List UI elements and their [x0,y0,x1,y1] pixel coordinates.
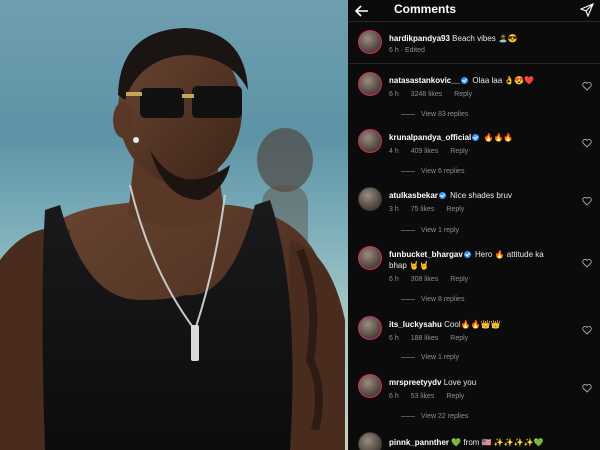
avatar[interactable] [358,187,382,211]
verified-icon [461,77,469,84]
caption-username[interactable]: hardikpandya93 [389,34,450,43]
verified-icon [438,192,446,199]
paper-plane-icon[interactable] [580,3,594,17]
comment-username[interactable]: pinnk_pannther [389,438,449,447]
comment-username[interactable]: funbucket_bhargav [389,250,463,259]
comment-likes[interactable]: 3248 likes [411,91,443,98]
comment-likes[interactable]: 75 likes [411,206,435,213]
view-replies-link[interactable]: View 6 replies [401,168,464,175]
reply-button[interactable]: Reply [450,276,468,283]
comment-likes[interactable]: 409 likes [411,148,439,155]
comment-time: 6 h [389,335,399,342]
reply-button[interactable]: Reply [450,335,468,342]
avatar[interactable] [358,246,382,270]
comment-likes[interactable]: 308 likes [411,276,439,283]
comment-text: Cool🔥🔥👑👑 [444,320,501,329]
comment-text: 🔥🔥🔥 [483,133,514,142]
arrow-left-icon[interactable] [354,3,370,19]
avatar[interactable] [358,129,382,153]
comment-likes[interactable]: 53 likes [411,393,435,400]
comment-username[interactable]: atulkasbekar [389,191,438,200]
heart-icon[interactable] [582,383,592,393]
post-photo [0,0,348,450]
comment-time: 6 h [389,393,399,400]
comment-text: Nice shades bruv [450,191,512,200]
comment-text: 💚 from 🇺🇸 ✨✨✨✨💚 [451,438,544,447]
comment-text: Love you [443,378,477,387]
heart-icon[interactable] [582,81,592,91]
comment-text: Olaa laa 👌😍❤️ [472,76,535,85]
divider [348,63,600,64]
avatar[interactable] [358,432,382,450]
heart-icon[interactable] [582,325,592,335]
comment-time: 4 h [389,148,399,155]
avatar[interactable] [358,72,382,96]
page-title: Comments [394,2,457,16]
avatar[interactable] [358,374,382,398]
caption-edited: Edited [405,47,425,54]
reply-button[interactable]: Reply [446,393,464,400]
comment-username[interactable]: its_luckysahu [389,320,442,329]
reply-button[interactable]: Reply [450,148,468,155]
view-replies-link[interactable]: View 8 replies [401,296,464,303]
comment-username[interactable]: mrspreetyydv [389,378,441,387]
reply-button[interactable]: Reply [446,206,464,213]
avatar[interactable] [358,316,382,340]
heart-icon[interactable] [582,196,592,206]
reply-button[interactable]: Reply [454,91,472,98]
view-replies-link[interactable]: View 1 reply [401,227,459,234]
comment-username[interactable]: krunalpandya_official [389,133,471,142]
verified-icon [472,134,480,141]
comment-username[interactable]: natasastankovic__ [389,76,460,85]
avatar[interactable] [358,30,382,54]
view-replies-link[interactable]: View 22 replies [401,413,468,420]
comment-time: 6 h [389,91,399,98]
caption-text: Beach vibes 🏝️😎 [452,34,518,43]
photo-illustration [0,28,345,450]
view-replies-link[interactable]: View 1 reply [401,354,459,361]
heart-icon[interactable] [582,258,592,268]
caption-time: 6 h [389,47,399,54]
comments-header: Comments [348,0,600,22]
heart-icon[interactable] [582,138,592,148]
view-replies-link[interactable]: View 83 replies [401,111,468,118]
verified-icon [463,251,471,258]
comment-time: 6 h [389,276,399,283]
comments-panel: Comments hardikpandya93 Beach vibes 🏝️😎 … [348,0,600,450]
comment-likes[interactable]: 188 likes [411,335,439,342]
comment-time: 3 h [389,206,399,213]
